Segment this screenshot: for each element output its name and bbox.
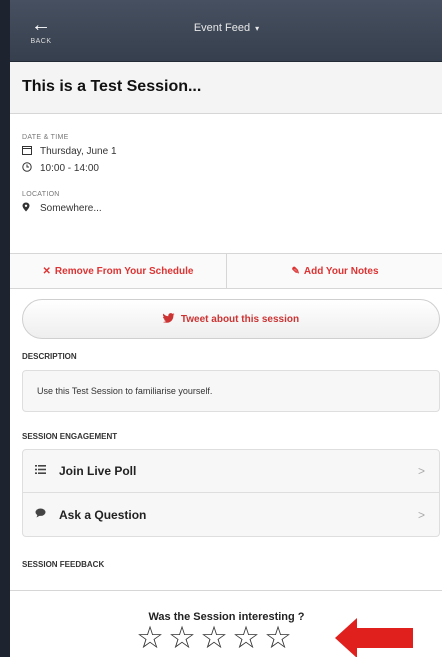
description-header: DESCRIPTION (22, 352, 77, 361)
session-title-bar: This is a Test Session... (10, 62, 442, 114)
time-row: 10:00 - 14:00 (22, 162, 422, 175)
star-icon[interactable]: ☆ (134, 622, 166, 654)
star-icon[interactable]: ☆ (166, 622, 198, 654)
tweet-button[interactable]: Tweet about this session (22, 299, 440, 339)
tweet-label: Tweet about this session (180, 313, 300, 325)
ask-question-label: Ask a Question (59, 507, 147, 522)
edit-note-icon: ✎ (291, 265, 300, 277)
top-nav-bar: ← BACK Event Feed ▾ (10, 0, 442, 62)
description-text: Use this Test Session to familiarise you… (37, 386, 213, 396)
session-time: 10:00 - 14:00 (40, 163, 99, 174)
join-live-poll-label: Join Live Poll (59, 464, 137, 478)
calendar-icon (22, 145, 34, 158)
datetime-label: DATE & TIME (22, 134, 69, 141)
star-icon[interactable]: ☆ (262, 622, 294, 654)
chevron-right-icon: > (417, 464, 425, 478)
description-box: Use this Test Session to familiarise you… (22, 370, 440, 412)
clock-icon (22, 162, 34, 175)
star-icon[interactable]: ☆ (230, 622, 262, 654)
map-pin-icon (22, 202, 34, 215)
notes-label: Add Your Notes (303, 265, 379, 277)
add-notes-button[interactable]: ✎ Add Your Notes (226, 254, 442, 288)
feedback-header: SESSION FEEDBACK (22, 560, 105, 569)
chevron-right-icon: > (417, 507, 425, 522)
session-details: DATE & TIME Thursday, June 1 10:00 - 14:… (22, 134, 422, 215)
event-feed-dropdown[interactable]: Event Feed ▾ (10, 22, 442, 34)
back-label: BACK (30, 38, 52, 45)
ask-question-item[interactable]: Ask a Question > (22, 493, 440, 537)
red-arrow-annotation (335, 618, 413, 657)
star-icon[interactable]: ☆ (198, 622, 230, 654)
twitter-bird-icon (162, 312, 175, 326)
speech-bubble-icon (35, 508, 53, 521)
session-title: This is a Test Session... (22, 78, 202, 95)
join-live-poll-item[interactable]: Join Live Poll > (22, 449, 440, 493)
nav-title-text: Event Feed (193, 22, 251, 34)
remove-from-schedule-button[interactable]: ✕ Remove From Your Schedule (10, 254, 226, 288)
app-page: ← BACK Event Feed ▾ This is a Test Sessi… (10, 0, 442, 657)
remove-label: Remove From Your Schedule (54, 265, 194, 277)
star-rating[interactable]: ☆ ☆ ☆ ☆ ☆ (134, 622, 294, 654)
location-label: LOCATION (22, 191, 60, 198)
date-row: Thursday, June 1 (22, 145, 422, 158)
list-icon (35, 465, 53, 477)
engagement-header: SESSION ENGAGEMENT (22, 432, 118, 441)
caret-down-icon: ▾ (255, 24, 260, 33)
session-date: Thursday, June 1 (40, 146, 117, 157)
close-x-icon: ✕ (42, 265, 51, 277)
device-frame: ← BACK Event Feed ▾ This is a Test Sessi… (0, 0, 442, 657)
session-location: Somewhere... (40, 203, 102, 214)
action-bar: ✕ Remove From Your Schedule ✎ Add Your N… (10, 253, 442, 289)
location-block: LOCATION Somewhere... (22, 191, 422, 215)
location-row: Somewhere... (22, 202, 422, 215)
